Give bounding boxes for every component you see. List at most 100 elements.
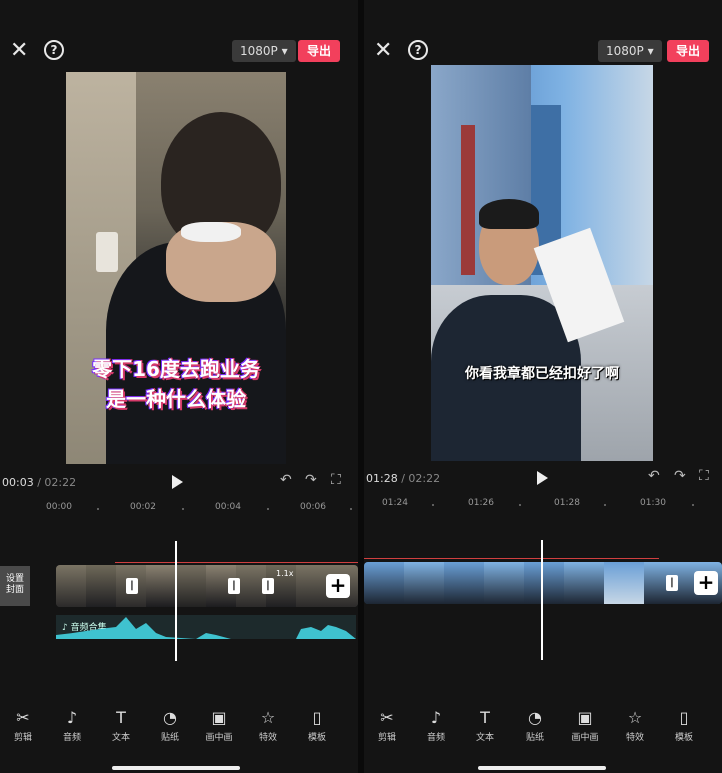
toolbar-item-pip[interactable]: ▣ 画中画	[565, 708, 605, 743]
clip-thumbnail	[484, 562, 524, 604]
toolbar-item-audio[interactable]: ♪ 音频	[52, 708, 92, 743]
toolbar-item-sticker[interactable]: ◔ 贴纸	[150, 708, 190, 743]
time-total: 02:22	[44, 476, 77, 489]
resolution-label: 1080P	[240, 44, 278, 58]
playback-time: 01:28 / 02:22	[366, 472, 440, 485]
home-indicator[interactable]	[478, 766, 606, 770]
clip-thumbnail	[444, 562, 484, 604]
template-icon: ▯	[679, 708, 689, 727]
template-icon: ▯	[312, 708, 322, 727]
transition-button[interactable]: |	[666, 575, 678, 591]
bottom-toolbar: ✂ 剪辑 ♪ 音频 T 文本 ◔ 贴纸 ▣ 画中画 ☆ 特效 ▯ 模板	[364, 708, 722, 748]
clip-thumbnail	[56, 565, 86, 607]
toolbar-item-audio[interactable]: ♪ 音频	[416, 708, 456, 743]
undo-icon[interactable]: ↶	[648, 468, 660, 484]
transition-button[interactable]: |	[126, 578, 138, 594]
time-separator: /	[33, 476, 45, 489]
ruler-dot	[182, 508, 184, 510]
ruler-tick: 01:30	[640, 498, 666, 508]
toolbar-item-template[interactable]: ▯ 模板	[297, 708, 337, 743]
ruler-tick: 01:24	[382, 498, 408, 508]
export-button[interactable]: 导出	[667, 40, 710, 62]
resolution-dropdown[interactable]: 1080P ▾	[598, 40, 662, 62]
fullscreen-icon[interactable]: ⛶	[699, 468, 709, 484]
playback-time: 00:03 / 02:22	[2, 476, 76, 489]
help-icon[interactable]: ?	[408, 40, 428, 60]
toolbar-item-text[interactable]: T 文本	[465, 708, 505, 743]
playhead[interactable]	[541, 540, 543, 660]
close-icon[interactable]: ✕	[374, 40, 392, 62]
ruler-tick: 01:26	[468, 498, 494, 508]
ruler-dot	[519, 504, 521, 506]
selection-line	[364, 558, 659, 559]
toolbar-label: 画中画	[571, 733, 599, 743]
video-preview[interactable]: 零下16度去跑业务 是一种什么体验	[66, 72, 286, 464]
clip-thumbnail	[176, 565, 206, 607]
toolbar-item-effects[interactable]: ☆ 特效	[615, 708, 655, 743]
toolbar-item-pip[interactable]: ▣ 画中画	[199, 708, 239, 743]
resolution-label: 1080P	[606, 44, 644, 58]
toolbar-label: 音频	[426, 733, 445, 743]
play-icon[interactable]	[537, 471, 548, 485]
pip-icon: ▣	[211, 708, 227, 727]
towel	[96, 232, 118, 272]
help-icon[interactable]: ?	[44, 40, 64, 60]
time-total: 02:22	[408, 472, 441, 485]
fullscreen-icon[interactable]: ⛶	[331, 472, 341, 488]
selection-line	[115, 562, 358, 563]
video-preview[interactable]: 你看我章都已经扣好了啊	[431, 65, 653, 461]
toolbar-item-edit[interactable]: ✂ 剪辑	[367, 708, 407, 743]
video-caption: 你看我章都已经扣好了啊	[465, 366, 619, 382]
add-clip-button[interactable]: +	[326, 574, 350, 598]
toolbar-label: 剪辑	[377, 733, 396, 743]
cover-label: 设置 封面	[5, 574, 24, 595]
toolbar-item-sticker[interactable]: ◔ 贴纸	[515, 708, 555, 743]
transition-button[interactable]: |	[228, 578, 240, 594]
toolbar-item-effects[interactable]: ☆ 特效	[248, 708, 288, 743]
clip-thumbnail	[524, 562, 564, 604]
home-indicator[interactable]	[112, 766, 240, 770]
left-editor-panel: ✕ ? 1080P ▾ 导出 零下16度去跑业务 是一种什么体验 00:03 /…	[0, 0, 358, 773]
ruler-dot	[432, 504, 434, 506]
clip-thumbnail	[564, 562, 604, 604]
toolbar-label: 贴纸	[525, 733, 544, 743]
clip-thumbnail	[146, 565, 176, 607]
redo-icon[interactable]: ↷	[305, 472, 317, 488]
time-current: 00:03	[2, 476, 34, 489]
export-button[interactable]: 导出	[298, 40, 341, 62]
speed-badge: 1.1x	[276, 569, 294, 578]
text-icon: T	[116, 708, 126, 727]
play-icon[interactable]	[172, 475, 183, 489]
resolution-dropdown[interactable]: 1080P ▾	[232, 40, 296, 62]
close-icon[interactable]: ✕	[10, 40, 28, 62]
ruler-dot	[604, 504, 606, 506]
sticker-icon: ◔	[528, 708, 542, 727]
redo-icon[interactable]: ↷	[674, 468, 686, 484]
toolbar-item-edit[interactable]: ✂ 剪辑	[3, 708, 43, 743]
audio-track[interactable]: ♪ 音频合集	[56, 615, 356, 639]
toolbar-item-template[interactable]: ▯ 模板	[664, 708, 704, 743]
sticker-icon: ◔	[163, 708, 177, 727]
toolbar-label: 贴纸	[160, 733, 179, 743]
video-track[interactable]: 1.1x	[56, 565, 358, 607]
toolbar-label: 文本	[111, 733, 130, 743]
foam	[181, 222, 241, 242]
toolbar-label: 画中画	[205, 733, 233, 743]
toolbar-label: 文本	[475, 733, 494, 743]
toolbar-item-text[interactable]: T 文本	[101, 708, 141, 743]
ruler-tick: 00:06	[300, 502, 326, 512]
time-current: 01:28	[366, 472, 398, 485]
toolbar-label: 模板	[307, 733, 326, 743]
person-hair	[479, 199, 539, 229]
set-cover-button[interactable]: 设置 封面	[0, 566, 30, 606]
clip-thumbnail	[604, 562, 644, 604]
toolbar-label: 模板	[674, 733, 693, 743]
transition-button[interactable]: |	[262, 578, 274, 594]
add-clip-button[interactable]: +	[694, 571, 718, 595]
scissors-icon: ✂	[380, 708, 394, 727]
undo-icon[interactable]: ↶	[280, 472, 292, 488]
red-wall-stripe	[461, 125, 475, 275]
playhead[interactable]	[175, 541, 177, 661]
text-icon: T	[480, 708, 490, 727]
pip-icon: ▣	[577, 708, 593, 727]
